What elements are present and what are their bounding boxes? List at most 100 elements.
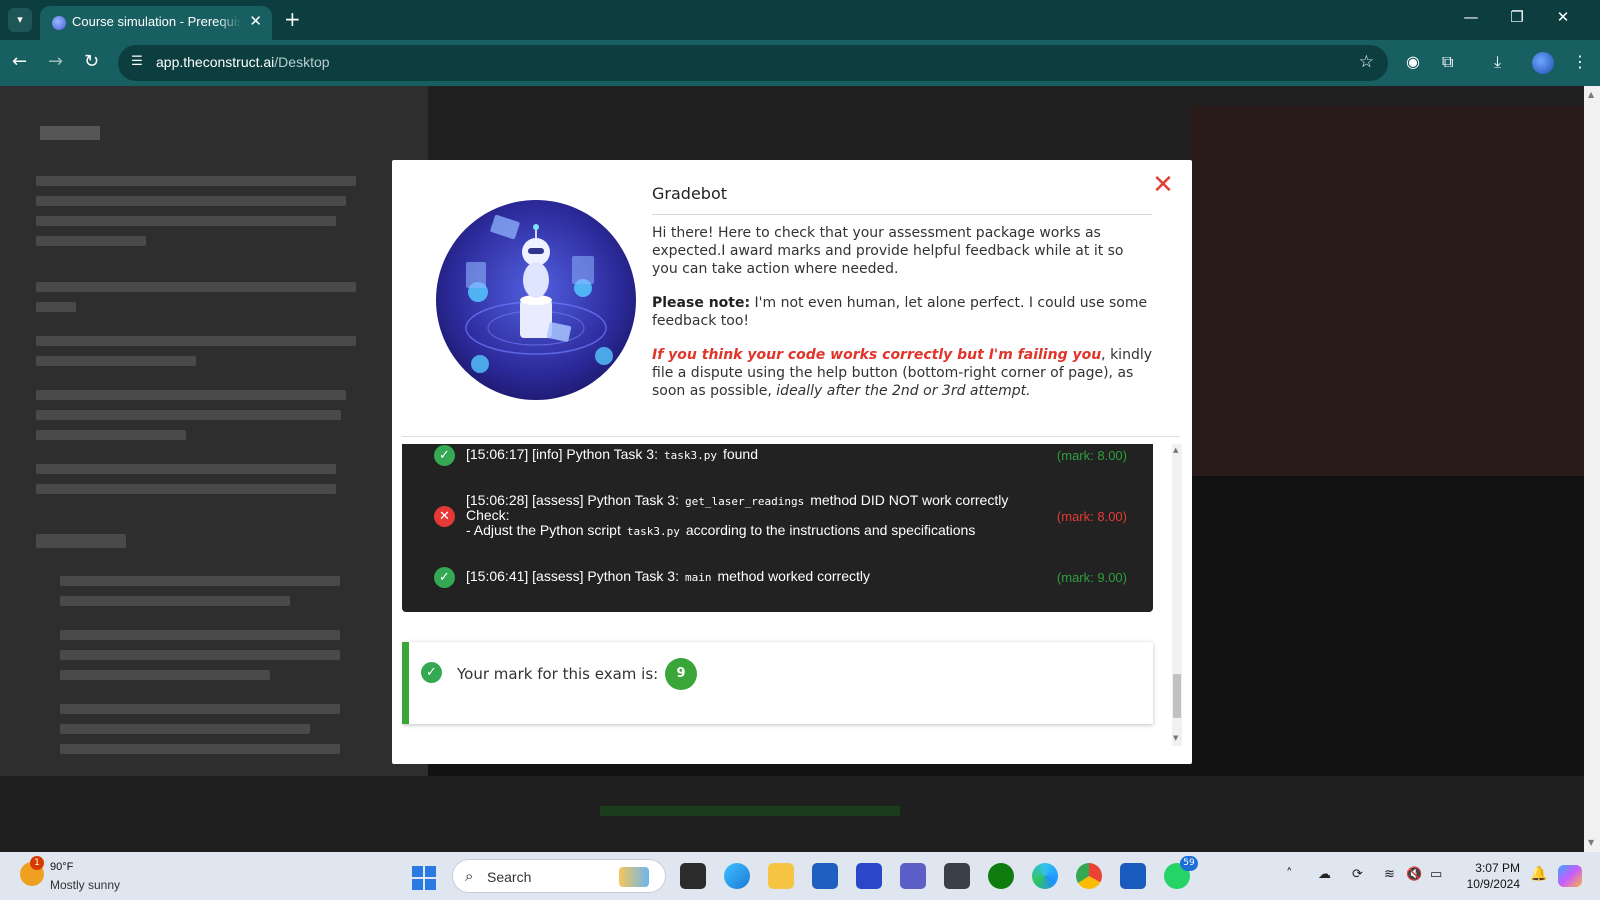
text-line — [60, 630, 340, 640]
log-mark: (mark: 8.00) — [1056, 448, 1127, 463]
log-entry: ✓ [15:06:17] [info] Python Task 3: task3.… — [402, 444, 1153, 474]
close-modal-button[interactable]: ✕ — [1150, 172, 1176, 198]
result-label: Your mark for this exam is: — [457, 665, 659, 683]
dispute-italic: ideally after the 2nd or 3rd attempt. — [776, 383, 1031, 399]
word-icon[interactable] — [1120, 863, 1146, 889]
unity-app-icon[interactable] — [944, 863, 970, 889]
camera-icon[interactable]: ◉ — [1406, 52, 1420, 71]
progress-strip — [600, 806, 900, 816]
scroll-up-arrow-icon[interactable]: ▲ — [1588, 90, 1594, 99]
close-window-button[interactable]: ✕ — [1540, 8, 1586, 26]
sync-icon[interactable]: ⟳ — [1352, 867, 1363, 882]
title-divider — [652, 214, 1152, 215]
panel-heading-placeholder — [40, 126, 100, 140]
windows-logo-icon — [425, 866, 436, 877]
menu-kebab-icon[interactable]: ⋮ — [1572, 52, 1588, 71]
task-view-icon[interactable] — [680, 863, 706, 889]
notification-bell-icon[interactable]: 🔔 — [1530, 866, 1547, 882]
text-line — [36, 464, 336, 474]
text-line — [36, 356, 196, 366]
url-path: /Desktop — [274, 54, 330, 70]
scroll-thumb[interactable] — [1173, 674, 1181, 718]
file-explorer-icon[interactable] — [768, 863, 794, 889]
dispute-paragraph: If you think your code works correctly b… — [652, 346, 1152, 400]
log-mark: (mark: 9.00) — [1056, 570, 1127, 585]
onedrive-cloud-icon[interactable]: ☁ — [1318, 867, 1331, 882]
editor-code-region — [1190, 106, 1584, 476]
bookmark-star-icon[interactable]: ☆ — [1359, 52, 1374, 72]
tab-close-icon[interactable]: ✕ — [249, 12, 262, 30]
log-detail-code: task3.py — [626, 525, 680, 538]
tab-search-menu-button[interactable]: ▾ — [8, 8, 32, 32]
weather-condition: Mostly sunny — [50, 878, 121, 892]
tab-course-simulation[interactable]: Course simulation - Prerequisite ✕ — [40, 6, 272, 40]
widgets-icon[interactable] — [724, 863, 750, 889]
text-line — [36, 534, 126, 548]
extensions-icon[interactable]: ⧉ — [1442, 52, 1453, 72]
robot-illustration — [436, 200, 636, 400]
microsoft-store-icon[interactable] — [812, 863, 838, 889]
restore-button[interactable]: ❐ — [1494, 8, 1540, 26]
exam-result-card: ✓ Your mark for this exam is: 9 — [402, 642, 1153, 724]
chrome-icon[interactable] — [1076, 863, 1102, 889]
copilot-icon[interactable] — [1558, 865, 1582, 887]
text-line — [36, 176, 356, 186]
wifi-icon[interactable]: ≋ — [1384, 867, 1395, 882]
log-text: [15:06:17] [info] Python Task 3: task3.py… — [466, 446, 1026, 464]
forward-button[interactable]: → — [48, 51, 63, 72]
edge-icon[interactable] — [1032, 863, 1058, 889]
windows-logo-icon — [412, 866, 423, 877]
text-line — [60, 576, 340, 586]
xbox-icon[interactable] — [988, 863, 1014, 889]
log-suffix: method worked correctly — [717, 568, 870, 584]
log-prefix: [15:06:17] [info] Python Task 3: — [466, 446, 658, 462]
search-icon: ⌕ — [465, 867, 474, 885]
log-detail: - Adjust the Python script task3.py accord… — [466, 522, 1026, 540]
site-settings-icon[interactable]: ☰ — [128, 54, 146, 72]
minimize-button[interactable]: — — [1448, 8, 1494, 26]
text-line — [36, 430, 186, 440]
assessment-log: ✓ [15:06:17] [info] Python Task 3: task3.… — [402, 444, 1153, 612]
text-line — [60, 596, 290, 606]
text-line — [36, 410, 341, 420]
start-button[interactable] — [412, 866, 436, 890]
note-label: Please note: — [652, 295, 751, 311]
log-prefix: [15:06:28] [assess] Python Task 3: — [466, 492, 679, 508]
scroll-down-arrow-icon[interactable]: ▼ — [1173, 734, 1178, 742]
windows-logo-icon — [412, 879, 423, 890]
modal-title: Gradebot — [652, 184, 727, 203]
text-line — [60, 744, 340, 754]
scroll-down-arrow-icon[interactable]: ▼ — [1588, 838, 1594, 847]
note-paragraph: Please note: I'm not even human, let alo… — [652, 294, 1152, 330]
text-line — [60, 724, 310, 734]
back-button[interactable]: ← — [12, 51, 27, 72]
math-app-icon[interactable] — [856, 863, 882, 889]
log-text: [15:06:41] [assess] Python Task 3: main me… — [466, 568, 1026, 586]
battery-icon[interactable]: ▭ — [1430, 867, 1442, 882]
log-prefix: [15:06:41] [assess] Python Task 3: — [466, 568, 679, 584]
text-line — [60, 670, 270, 680]
new-tab-button[interactable]: + — [284, 8, 301, 30]
bottom-control-bar — [0, 776, 1584, 852]
show-hidden-icons-icon[interactable]: ˄ — [1286, 867, 1293, 882]
scroll-up-arrow-icon[interactable]: ▲ — [1173, 446, 1178, 454]
instructions-panel — [0, 86, 428, 852]
address-bar[interactable]: ☰ app.theconstruct.ai/Desktop ☆ — [118, 45, 1388, 81]
feedback-scroll-area[interactable]: ✓ [15:06:17] [info] Python Task 3: task3.… — [402, 444, 1170, 746]
volume-muted-icon[interactable]: 🔇 — [1406, 867, 1422, 882]
modal-scrollbar[interactable]: ▲ ▼ — [1172, 444, 1182, 746]
taskbar-search-box[interactable]: ⌕ Search — [452, 859, 666, 893]
download-icon[interactable]: ⤓ — [1494, 52, 1501, 72]
text-line — [36, 484, 336, 494]
text-line — [60, 704, 340, 714]
text-line — [36, 390, 346, 400]
system-clock[interactable]: 3:07 PM 10/9/2024 — [1460, 860, 1520, 892]
reload-button[interactable]: ↻ — [84, 51, 99, 72]
windows-logo-icon — [425, 879, 436, 890]
section-divider — [402, 436, 1180, 437]
page-scrollbar[interactable]: ▲ ▼ — [1584, 86, 1600, 852]
profile-avatar[interactable] — [1532, 52, 1554, 74]
clock-time: 3:07 PM — [1475, 861, 1520, 875]
teams-icon[interactable] — [900, 863, 926, 889]
log-entry: ✕ [15:06:28] [assess] Python Task 3: get_… — [402, 492, 1153, 544]
